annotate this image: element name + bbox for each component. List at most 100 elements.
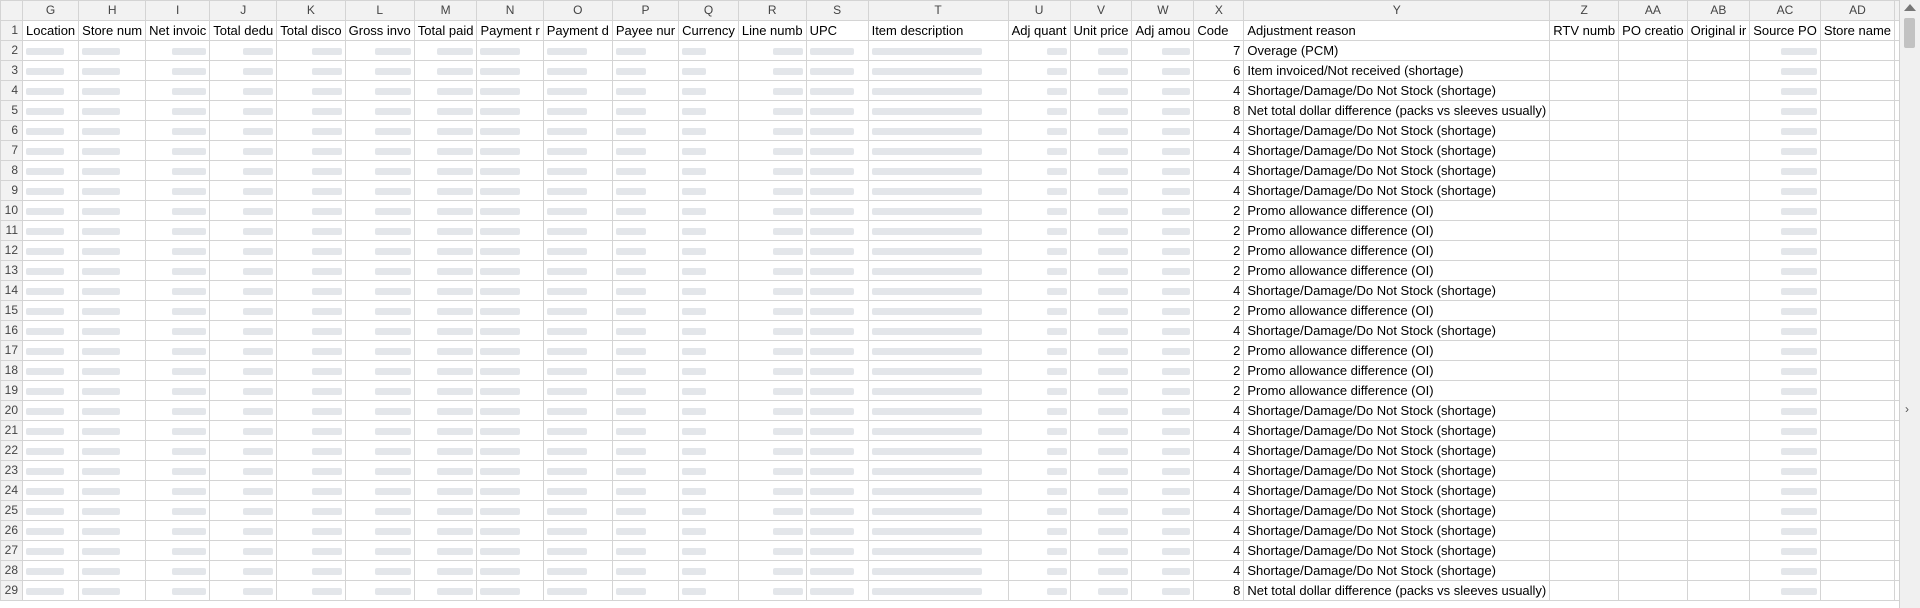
redacted-cell-i[interactable] <box>145 80 211 101</box>
redacted-cell-j[interactable] <box>209 140 278 161</box>
redacted-cell-k[interactable] <box>276 260 346 281</box>
redacted-cell-r[interactable] <box>737 60 807 81</box>
redacted-cell-h[interactable] <box>78 220 147 241</box>
redacted-cell-ab[interactable] <box>1686 80 1751 101</box>
redacted-cell-ab[interactable] <box>1686 420 1751 441</box>
redacted-cell-g[interactable] <box>21 120 80 141</box>
redacted-cell-ad[interactable] <box>1819 100 1896 121</box>
redacted-cell-i[interactable] <box>145 500 211 521</box>
redacted-cell-t[interactable] <box>867 140 1009 161</box>
redacted-cell-i[interactable] <box>145 400 211 421</box>
redacted-cell-o[interactable] <box>542 300 613 321</box>
redacted-cell-j[interactable] <box>209 440 278 461</box>
redacted-cell-i[interactable] <box>145 220 211 241</box>
redacted-cell-h[interactable] <box>78 540 147 561</box>
redacted-cell-w[interactable] <box>1131 160 1195 181</box>
redacted-cell-j[interactable] <box>209 360 278 381</box>
redacted-cell-k[interactable] <box>276 500 346 521</box>
redacted-cell-g[interactable] <box>21 140 80 161</box>
redacted-cell-ad[interactable] <box>1819 520 1896 541</box>
redacted-cell-m[interactable] <box>413 280 478 301</box>
redacted-cell-l[interactable] <box>344 140 415 161</box>
header-cell-h[interactable]: Store num <box>78 20 147 41</box>
redacted-cell-w[interactable] <box>1131 540 1195 561</box>
header-cell-ac[interactable]: Source PO <box>1749 20 1821 41</box>
redacted-cell-n[interactable] <box>476 300 544 321</box>
redacted-cell-h[interactable] <box>78 360 147 381</box>
redacted-cell-g[interactable] <box>21 400 80 421</box>
redacted-cell-ab[interactable] <box>1686 440 1751 461</box>
redacted-cell-p[interactable] <box>611 200 680 221</box>
redacted-cell-u[interactable] <box>1007 420 1071 441</box>
redacted-cell-q[interactable] <box>678 220 739 241</box>
redacted-cell-z[interactable] <box>1549 540 1620 561</box>
redacted-cell-w[interactable] <box>1131 260 1195 281</box>
redacted-cell-p[interactable] <box>611 100 680 121</box>
redacted-cell-v[interactable] <box>1069 120 1133 141</box>
redacted-cell-i[interactable] <box>145 60 211 81</box>
redacted-cell-s[interactable] <box>805 60 869 81</box>
code-cell[interactable]: 2 <box>1193 360 1245 381</box>
row-number[interactable]: 17 <box>0 340 23 361</box>
redacted-cell-m[interactable] <box>413 320 478 341</box>
redacted-cell-h[interactable] <box>78 100 147 121</box>
redacted-cell-k[interactable] <box>276 480 346 501</box>
adjustment-reason-cell[interactable]: Promo allowance difference (OI) <box>1243 300 1551 321</box>
row-number[interactable]: 21 <box>0 420 23 441</box>
redacted-cell-o[interactable] <box>542 360 613 381</box>
redacted-cell-n[interactable] <box>476 580 544 601</box>
redacted-cell-aa[interactable] <box>1618 40 1688 61</box>
redacted-cell-l[interactable] <box>344 160 415 181</box>
code-cell[interactable]: 4 <box>1193 400 1245 421</box>
redacted-cell-g[interactable] <box>21 220 80 241</box>
redacted-cell-l[interactable] <box>344 340 415 361</box>
redacted-cell-ad[interactable] <box>1819 300 1896 321</box>
redacted-cell-aa[interactable] <box>1618 460 1688 481</box>
redacted-cell-z[interactable] <box>1549 520 1620 541</box>
redacted-cell-g[interactable] <box>21 460 80 481</box>
redacted-cell-q[interactable] <box>678 560 739 581</box>
redacted-cell-n[interactable] <box>476 240 544 261</box>
redacted-cell-t[interactable] <box>867 500 1009 521</box>
redacted-cell-r[interactable] <box>737 580 807 601</box>
redacted-cell-s[interactable] <box>805 440 869 461</box>
header-cell-w[interactable]: Adj amou <box>1131 20 1195 41</box>
redacted-cell-p[interactable] <box>611 240 680 261</box>
redacted-cell-h[interactable] <box>78 460 147 481</box>
redacted-cell-r[interactable] <box>737 340 807 361</box>
header-cell-o[interactable]: Payment d <box>542 20 613 41</box>
redacted-cell-m[interactable] <box>413 80 478 101</box>
header-cell-z[interactable]: RTV numb <box>1549 20 1620 41</box>
row-number[interactable]: 22 <box>0 440 23 461</box>
redacted-cell-r[interactable] <box>737 520 807 541</box>
header-cell-g[interactable]: Location <box>21 20 80 41</box>
redacted-cell-w[interactable] <box>1131 100 1195 121</box>
row-number[interactable]: 26 <box>0 520 23 541</box>
redacted-cell-t[interactable] <box>867 380 1009 401</box>
redacted-cell-ab[interactable] <box>1686 580 1751 601</box>
adjustment-reason-cell[interactable]: Shortage/Damage/Do Not Stock (shortage) <box>1243 160 1551 181</box>
redacted-cell-r[interactable] <box>737 400 807 421</box>
redacted-cell-k[interactable] <box>276 340 346 361</box>
redacted-cell-q[interactable] <box>678 480 739 501</box>
row-number[interactable]: 28 <box>0 560 23 581</box>
redacted-cell-ad[interactable] <box>1819 580 1896 601</box>
redacted-cell-u[interactable] <box>1007 100 1071 121</box>
redacted-cell-n[interactable] <box>476 40 544 61</box>
column-letter-y[interactable]: Y <box>1243 0 1551 21</box>
redacted-cell-k[interactable] <box>276 80 346 101</box>
redacted-cell-t[interactable] <box>867 560 1009 581</box>
redacted-cell-m[interactable] <box>413 340 478 361</box>
row-number[interactable]: 19 <box>0 380 23 401</box>
redacted-cell-z[interactable] <box>1549 580 1620 601</box>
redacted-cell-s[interactable] <box>805 320 869 341</box>
redacted-cell-u[interactable] <box>1007 440 1071 461</box>
redacted-cell-j[interactable] <box>209 540 278 561</box>
column-letter-ac[interactable]: AC <box>1749 0 1821 21</box>
redacted-cell-q[interactable] <box>678 140 739 161</box>
redacted-cell-s[interactable] <box>805 220 869 241</box>
redacted-cell-s[interactable] <box>805 340 869 361</box>
redacted-cell-w[interactable] <box>1131 560 1195 581</box>
redacted-cell-ab[interactable] <box>1686 520 1751 541</box>
redacted-cell-z[interactable] <box>1549 80 1620 101</box>
